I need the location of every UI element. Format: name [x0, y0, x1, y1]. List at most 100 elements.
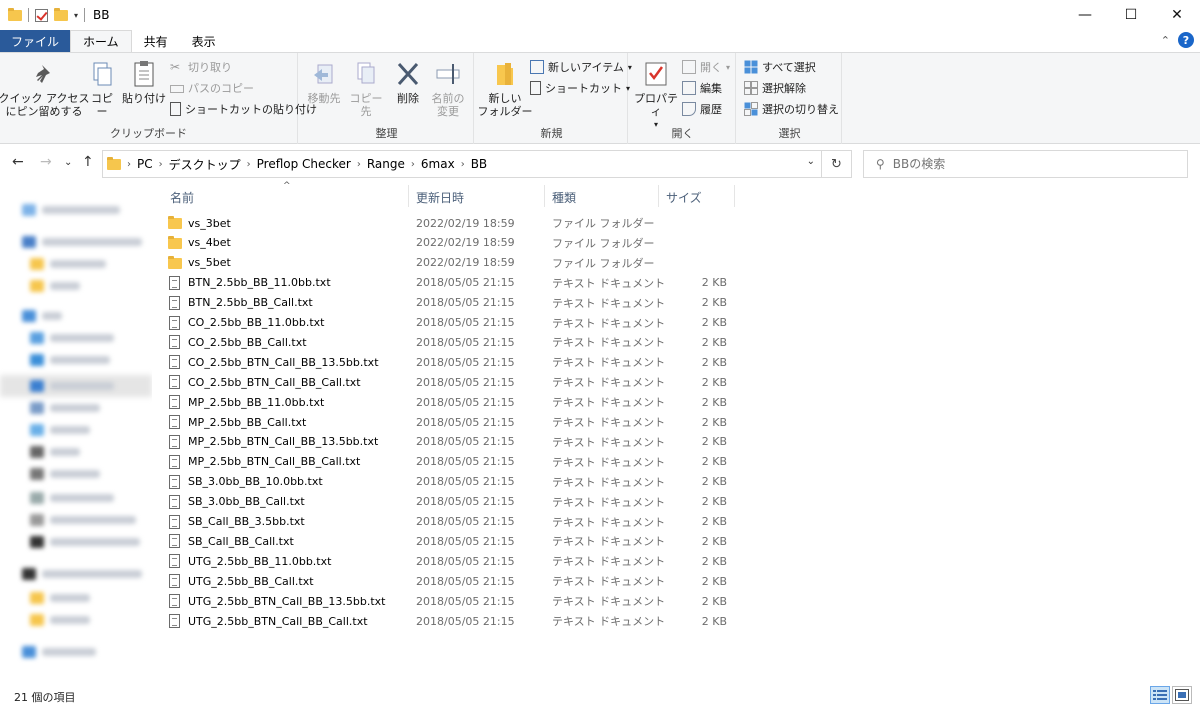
maximize-button[interactable]: ☐: [1108, 0, 1154, 30]
refresh-button[interactable]: ↻: [822, 150, 852, 178]
new-folder-button[interactable]: 新しい フォルダー: [478, 59, 533, 118]
move-to-button[interactable]: 移動先: [304, 59, 344, 105]
file-row[interactable]: CO_2.5bb_BTN_Call_BB_13.5bb.txt 2018/05/0…: [164, 352, 739, 372]
file-row[interactable]: MP_2.5bb_BB_11.0bb.txt 2018/05/05 21:15 テキ…: [164, 392, 739, 412]
nav-item[interactable]: [22, 202, 120, 218]
address-bar[interactable]: › PC › デスクトップ › Preflop Checker › Range …: [102, 150, 822, 178]
chevron-right-icon[interactable]: ›: [159, 159, 163, 170]
file-row[interactable]: MP_2.5bb_BB_Call.txt 2018/05/05 21:15 テキスト…: [164, 412, 739, 432]
nav-item[interactable]: [30, 422, 90, 438]
help-icon[interactable]: ?: [1178, 32, 1194, 48]
file-row[interactable]: CO_2.5bb_BB_Call.txt 2018/05/05 21:15 テキスト…: [164, 332, 739, 352]
column-date-header[interactable]: 更新日時: [416, 189, 464, 206]
select-all-button[interactable]: すべて選択: [744, 59, 816, 75]
breadcrumb-range[interactable]: Range: [367, 157, 405, 171]
nav-item[interactable]: [22, 644, 96, 660]
paste-button[interactable]: 貼り付け: [122, 59, 166, 105]
file-row[interactable]: UTG_2.5bb_BB_Call.txt 2018/05/05 21:15 テキス…: [164, 571, 739, 591]
breadcrumb-desktop[interactable]: デスクトップ: [169, 156, 241, 173]
copy-button[interactable]: コピー: [86, 59, 118, 118]
select-none-button[interactable]: 選択解除: [744, 80, 806, 96]
invert-selection-button[interactable]: 選択の切り替え: [744, 101, 839, 117]
file-row[interactable]: CO_2.5bb_BTN_Call_BB_Call.txt 2018/05/05 …: [164, 372, 739, 392]
minimize-button[interactable]: —: [1062, 0, 1108, 30]
paste-shortcut-button[interactable]: ショートカットの貼り付け: [170, 101, 317, 117]
tab-view[interactable]: 表示: [180, 30, 228, 52]
large-icons-view-button[interactable]: [1172, 686, 1192, 704]
collapse-ribbon-icon[interactable]: ⌃: [1161, 34, 1170, 47]
file-row[interactable]: vs_4bet 2022/02/19 18:59 ファイル フォルダー: [164, 233, 739, 253]
edit-button[interactable]: 編集: [682, 80, 722, 96]
nav-item[interactable]: [30, 444, 80, 460]
nav-item[interactable]: [30, 378, 114, 394]
column-divider[interactable]: [658, 185, 659, 207]
rename-button[interactable]: 名前の 変更: [428, 59, 468, 118]
copy-path-button[interactable]: パスのコピー: [170, 80, 254, 96]
nav-item[interactable]: [30, 256, 106, 272]
nav-item[interactable]: [30, 278, 80, 294]
nav-item[interactable]: [30, 612, 90, 628]
column-divider[interactable]: [734, 185, 735, 207]
easy-access-button[interactable]: ショートカット ▾: [530, 80, 630, 96]
breadcrumb-pc[interactable]: PC: [137, 157, 153, 171]
properties-icon[interactable]: [35, 8, 48, 22]
tab-file[interactable]: ファイル: [0, 30, 71, 52]
nav-item[interactable]: [30, 352, 110, 368]
file-row[interactable]: BTN_2.5bb_BB_Call.txt 2018/05/05 21:15 テキス…: [164, 293, 739, 313]
recent-locations-icon[interactable]: ⌄: [64, 157, 72, 168]
column-type-header[interactable]: 種類: [552, 189, 576, 206]
file-row[interactable]: SB_Call_BB_3.5bb.txt 2018/05/05 21:15 テキスト…: [164, 512, 739, 532]
file-list[interactable]: ^ 名前 更新日時 種類 サイズ vs_3bet 2022/02/19 18:59…: [152, 181, 1200, 680]
column-divider[interactable]: [408, 185, 409, 207]
nav-item[interactable]: [30, 534, 140, 550]
copy-to-button[interactable]: コピー先: [346, 59, 386, 118]
close-button[interactable]: ✕: [1154, 0, 1200, 30]
nav-item[interactable]: [22, 566, 142, 582]
file-row[interactable]: SB_3.0bb_BB_Call.txt 2018/05/05 21:15 テキスト…: [164, 492, 739, 512]
nav-item[interactable]: [30, 590, 90, 606]
cut-button[interactable]: ✂ 切り取り: [170, 59, 232, 75]
file-row[interactable]: MP_2.5bb_BTN_Call_BB_13.5bb.txt 2018/05/0…: [164, 432, 739, 452]
properties-button[interactable]: プロパティ ▾: [632, 59, 680, 131]
chevron-right-icon[interactable]: ›: [357, 159, 361, 170]
breadcrumb-6max[interactable]: 6max: [421, 157, 455, 171]
new-item-button[interactable]: 新しいアイテム ▾: [530, 59, 632, 75]
search-box[interactable]: ⚲: [863, 150, 1188, 178]
breadcrumb-bb[interactable]: BB: [471, 157, 487, 171]
file-row[interactable]: SB_Call_BB_Call.txt 2018/05/05 21:15 テキスト …: [164, 531, 739, 551]
nav-item[interactable]: [30, 512, 136, 528]
nav-item[interactable]: [30, 466, 100, 482]
up-button[interactable]: ↑: [82, 154, 94, 170]
chevron-right-icon[interactable]: ›: [411, 159, 415, 170]
column-size-header[interactable]: サイズ: [666, 189, 702, 206]
file-row[interactable]: vs_5bet 2022/02/19 18:59 ファイル フォルダー: [164, 253, 739, 273]
pin-quick-access-button[interactable]: クイック アクセス にピン留めする: [0, 59, 89, 118]
details-view-button[interactable]: [1150, 686, 1170, 704]
nav-item[interactable]: [22, 234, 142, 250]
nav-item[interactable]: [30, 400, 100, 416]
column-divider[interactable]: [544, 185, 545, 207]
file-row[interactable]: SB_3.0bb_BB_10.0bb.txt 2018/05/05 21:15 テキ…: [164, 472, 739, 492]
delete-button[interactable]: 削除: [392, 59, 424, 105]
search-input[interactable]: [892, 157, 1163, 171]
column-name-header[interactable]: 名前: [170, 189, 194, 206]
chevron-right-icon[interactable]: ›: [247, 159, 251, 170]
forward-button[interactable]: →: [40, 154, 52, 170]
nav-item[interactable]: [30, 330, 114, 346]
nav-item[interactable]: [30, 490, 114, 506]
file-row[interactable]: BTN_2.5bb_BB_11.0bb.txt 2018/05/05 21:15 テ…: [164, 273, 739, 293]
breadcrumb-preflop-checker[interactable]: Preflop Checker: [257, 157, 351, 171]
tab-home[interactable]: ホーム: [70, 30, 132, 52]
customize-toolbar-dropdown-icon[interactable]: ▾: [74, 11, 78, 20]
file-row[interactable]: UTG_2.5bb_BTN_Call_BB_Call.txt 2018/05/05…: [164, 611, 739, 631]
history-button[interactable]: 履歴: [682, 101, 722, 117]
file-row[interactable]: MP_2.5bb_BTN_Call_BB_Call.txt 2018/05/05 …: [164, 452, 739, 472]
open-button[interactable]: 開く ▾: [682, 59, 730, 75]
new-folder-icon[interactable]: [54, 7, 68, 21]
file-row[interactable]: CO_2.5bb_BB_11.0bb.txt 2018/05/05 21:15 テキ…: [164, 313, 739, 333]
address-history-dropdown-icon[interactable]: ⌄: [807, 156, 815, 167]
nav-item[interactable]: [22, 308, 62, 324]
tab-share[interactable]: 共有: [132, 30, 180, 52]
file-row[interactable]: UTG_2.5bb_BB_11.0bb.txt 2018/05/05 21:15 テ…: [164, 551, 739, 571]
chevron-right-icon[interactable]: ›: [461, 159, 465, 170]
